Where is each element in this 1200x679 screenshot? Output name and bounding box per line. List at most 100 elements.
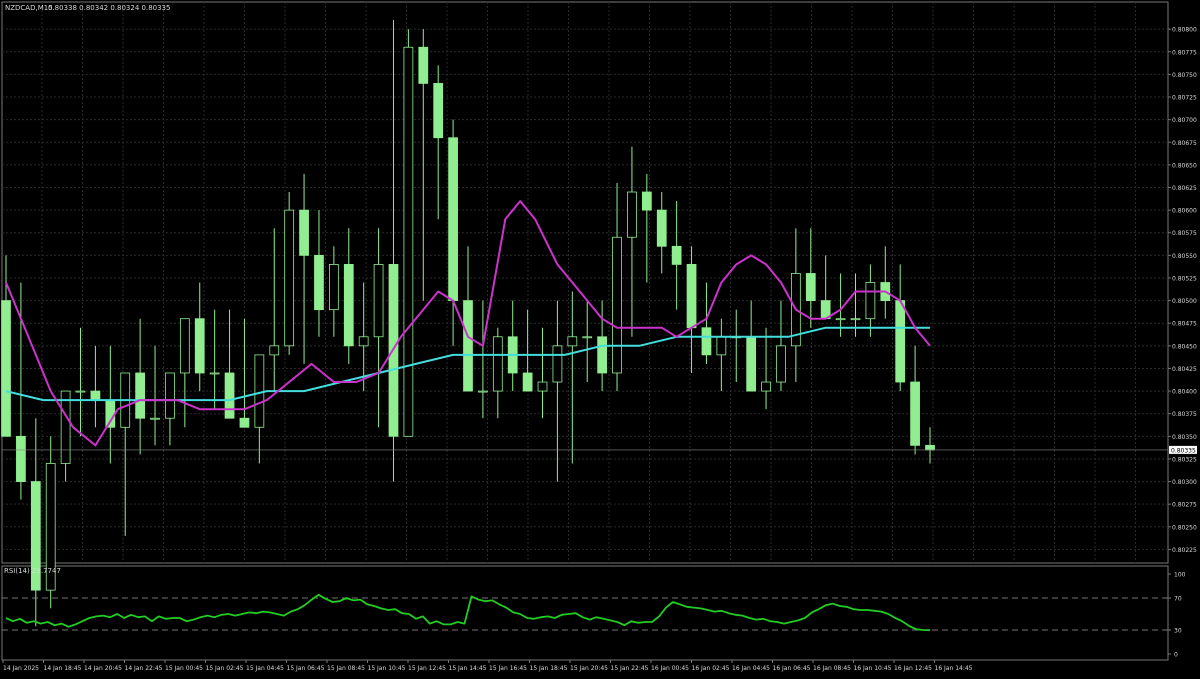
candle-body[interactable] bbox=[403, 46, 414, 437]
candle-body[interactable] bbox=[209, 372, 220, 375]
candle-body[interactable] bbox=[910, 381, 920, 446]
time-tick-label: 16 Jan 10:45 bbox=[854, 665, 892, 672]
price-tick-label: 0.80525 bbox=[1172, 275, 1197, 282]
candle-body[interactable] bbox=[597, 336, 608, 374]
time-tick-label: 16 Jan 04:45 bbox=[732, 665, 770, 672]
price-tick-label: 0.80250 bbox=[1172, 524, 1197, 531]
price-tick-label: 0.80350 bbox=[1172, 434, 1197, 441]
candle-body[interactable] bbox=[179, 318, 190, 374]
price-tick-label: 0.80375 bbox=[1172, 411, 1197, 418]
candle-body[interactable] bbox=[641, 191, 652, 211]
candle-body[interactable] bbox=[686, 264, 697, 329]
candle-body[interactable] bbox=[850, 318, 861, 321]
price-tick-label: 0.80625 bbox=[1172, 185, 1197, 192]
time-tick-label: 15 Jan 00:45 bbox=[165, 665, 203, 672]
candle-body[interactable] bbox=[582, 336, 593, 339]
candle-body[interactable] bbox=[761, 381, 771, 392]
candle-body[interactable] bbox=[284, 209, 295, 347]
price-plot[interactable] bbox=[1, 20, 1168, 627]
candle-body[interactable] bbox=[418, 46, 429, 84]
candle-body[interactable] bbox=[1, 300, 11, 437]
candle-body[interactable] bbox=[448, 137, 458, 301]
candle-body[interactable] bbox=[805, 273, 816, 301]
candle-body[interactable] bbox=[835, 318, 846, 321]
candle-body[interactable] bbox=[328, 264, 339, 311]
rsi-frame bbox=[1, 565, 1169, 661]
candle-body[interactable] bbox=[925, 444, 935, 451]
current-price-label: 0.80335 bbox=[1171, 447, 1196, 454]
candle-body[interactable] bbox=[478, 390, 488, 393]
price-tick-label: 0.80700 bbox=[1172, 117, 1197, 124]
candle-body[interactable] bbox=[299, 209, 309, 256]
rsi-tick-label: 70 bbox=[1174, 596, 1182, 603]
time-tick-label: 15 Jan 20:45 bbox=[570, 665, 608, 672]
price-tick-label: 0.80450 bbox=[1172, 343, 1197, 350]
price-tick-label: 0.80425 bbox=[1172, 366, 1197, 373]
candle-body[interactable] bbox=[612, 236, 622, 374]
candle-body[interactable] bbox=[90, 390, 101, 401]
price-tick-label: 0.80650 bbox=[1172, 162, 1197, 169]
candle-body[interactable] bbox=[656, 209, 667, 247]
price-tick-label: 0.80225 bbox=[1172, 547, 1197, 554]
candle-body[interactable] bbox=[150, 417, 160, 420]
price-frame bbox=[1, 1, 1169, 564]
time-tick-label: 16 Jan 02:45 bbox=[692, 665, 730, 672]
time-tick-label: 16 Jan 12:45 bbox=[894, 665, 932, 672]
price-tick-label: 0.80325 bbox=[1172, 456, 1197, 463]
rsi-plot[interactable] bbox=[2, 593, 1168, 632]
candle-body[interactable] bbox=[701, 327, 712, 356]
price-tick-label: 0.80750 bbox=[1172, 72, 1197, 79]
candle-body[interactable] bbox=[865, 282, 876, 320]
price-tick-label: 0.80500 bbox=[1172, 298, 1197, 305]
candle-body[interactable] bbox=[16, 435, 26, 482]
candle-body[interactable] bbox=[522, 372, 533, 392]
candle-body[interactable] bbox=[537, 381, 548, 392]
candle-body[interactable] bbox=[105, 399, 116, 428]
candle-body[interactable] bbox=[492, 336, 503, 392]
candle-body[interactable] bbox=[895, 300, 906, 383]
rsi-tick-label: 0 bbox=[1174, 652, 1178, 659]
candle-body[interactable] bbox=[314, 254, 324, 311]
price-tick-label: 0.80475 bbox=[1172, 321, 1197, 328]
rsi-line[interactable] bbox=[5, 593, 931, 632]
candle-body[interactable] bbox=[269, 345, 280, 356]
chart-title: NZDCAD,M15 bbox=[5, 4, 53, 12]
price-tick-label: 0.80725 bbox=[1172, 95, 1197, 102]
candle-body[interactable] bbox=[716, 336, 727, 356]
price-tick-label: 0.80675 bbox=[1172, 140, 1197, 147]
chart-svg[interactable]: 0.80800 0.80775 0.80750 0.80725 0.80700 0.806… bbox=[0, 0, 1200, 675]
candle-body[interactable] bbox=[75, 390, 86, 393]
candle-body[interactable] bbox=[254, 354, 265, 428]
candle-body[interactable] bbox=[463, 300, 473, 392]
candle-body[interactable] bbox=[224, 372, 235, 419]
candle-body[interactable] bbox=[746, 336, 757, 392]
candle-body[interactable] bbox=[165, 372, 175, 419]
candle-body[interactable] bbox=[373, 264, 384, 338]
price-tick-label: 0.80575 bbox=[1172, 230, 1197, 237]
candle-body[interactable] bbox=[776, 345, 786, 383]
price-tick-label: 0.80800 bbox=[1172, 27, 1197, 34]
candle-body[interactable] bbox=[343, 264, 354, 347]
time-tick-label: 15 Jan 12:45 bbox=[408, 665, 446, 672]
time-tick-label: 15 Jan 10:45 bbox=[368, 665, 406, 672]
candle-body[interactable] bbox=[239, 417, 250, 428]
candle-body[interactable] bbox=[567, 336, 578, 347]
time-tick-label: 15 Jan 18:45 bbox=[530, 665, 568, 672]
candle-body[interactable] bbox=[627, 191, 637, 238]
candle-body[interactable] bbox=[358, 336, 369, 347]
candle-body[interactable] bbox=[135, 372, 146, 419]
candle-body[interactable] bbox=[60, 390, 71, 464]
price-tick-label: 0.80600 bbox=[1172, 208, 1197, 215]
time-tick-label: 15 Jan 16:45 bbox=[489, 665, 527, 672]
rsi-tick-label: 100 bbox=[1174, 572, 1186, 579]
candle-body[interactable] bbox=[194, 318, 205, 374]
time-tick-label: 15 Jan 02:45 bbox=[206, 665, 244, 672]
time-tick-label: 14 Jan 2025 bbox=[3, 665, 39, 672]
candle-body[interactable] bbox=[671, 245, 682, 265]
time-tick-label: 15 Jan 08:45 bbox=[327, 665, 365, 672]
time-tick-label: 16 Jan 00:45 bbox=[651, 665, 689, 672]
rsi-tick-label: 30 bbox=[1174, 628, 1182, 635]
trading-chart[interactable]: 0.80800 0.80775 0.80750 0.80725 0.80700 0.806… bbox=[0, 0, 1200, 675]
candle-body[interactable] bbox=[433, 83, 444, 139]
candle-body[interactable] bbox=[552, 345, 563, 383]
